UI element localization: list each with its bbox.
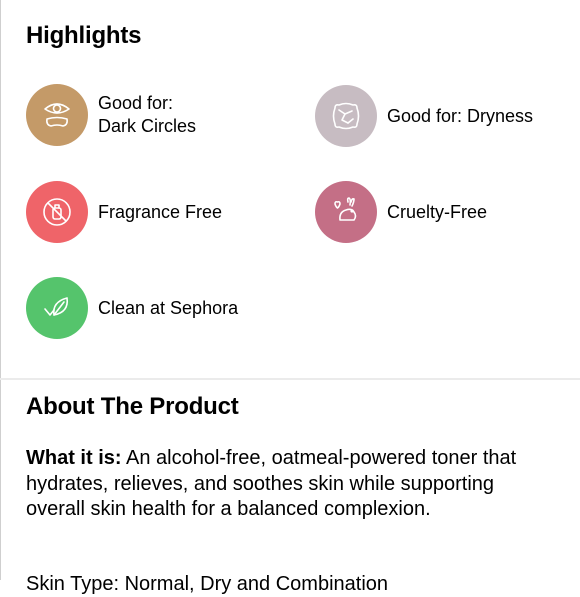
highlight-label: Cruelty-Free — [387, 201, 488, 222]
cracked-skin-icon — [315, 85, 377, 147]
highlight-clean-at-sephora: Clean at Sephora — [26, 277, 238, 339]
highlight-label: Good for: Dark Circles — [98, 93, 197, 136]
eye-patch-icon — [26, 84, 88, 146]
highlight-fragrance-free: Fragrance Free — [26, 181, 222, 243]
no-fragrance-icon — [26, 181, 88, 243]
highlight-label: Good for: Dryness — [387, 105, 534, 126]
what-it-is-label: What it is: — [26, 447, 122, 469]
about-heading: About The Product — [26, 393, 239, 420]
product-description: What it is: An alcohol-free, oatmeal-pow… — [26, 446, 556, 523]
highlight-cruelty-free: Cruelty-Free — [315, 181, 487, 243]
highlights-heading: Highlights — [26, 22, 142, 49]
skin-type-line: Skin Type: Normal, Dry and Combination — [26, 573, 389, 595]
highlight-label: Fragrance Free — [98, 201, 223, 222]
highlight-dryness: Good for: Dryness — [315, 85, 533, 147]
highlight-label: Clean at Sephora — [98, 297, 239, 318]
leaf-check-icon — [26, 277, 88, 339]
section-divider — [0, 378, 580, 380]
highlight-dark-circles: Good for: Dark Circles — [26, 84, 196, 146]
bunny-heart-icon — [315, 181, 377, 243]
left-border — [0, 0, 1, 580]
